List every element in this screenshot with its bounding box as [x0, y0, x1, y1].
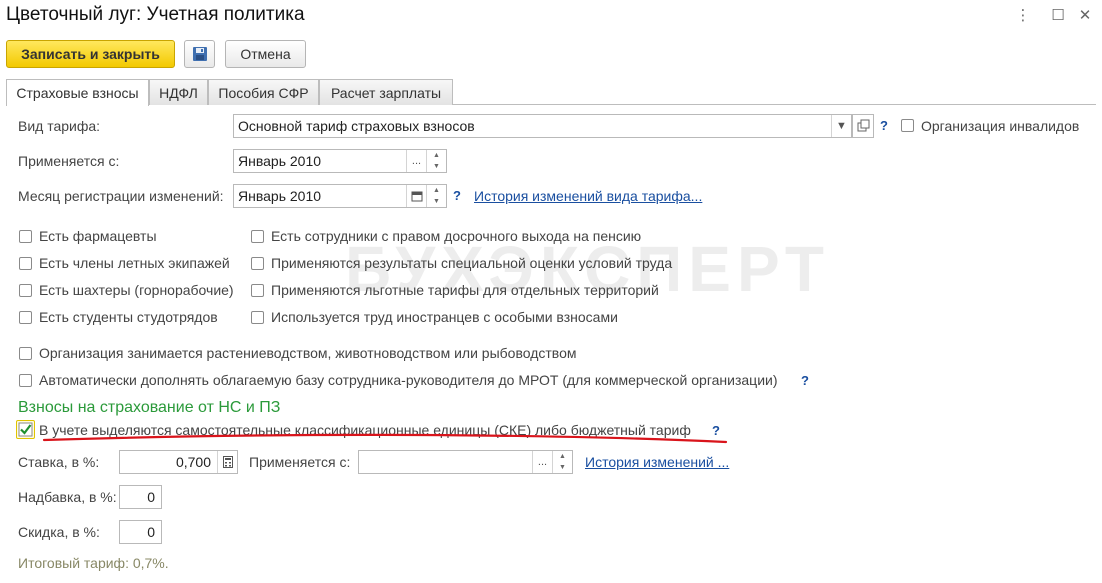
foreigners-checkbox[interactable]: [251, 311, 264, 324]
flight-crew-label: Есть члены летных экипажей: [39, 255, 230, 271]
total-tariff-text: Итоговый тариф: 0,7%.: [18, 555, 169, 571]
reg-month-label: Месяц регистрации изменений:: [18, 188, 224, 204]
territory-tariffs-label: Применяются льготные тарифы для отдельны…: [271, 282, 659, 298]
save-and-close-button[interactable]: Записать и закрыть: [6, 40, 175, 68]
reg-month-help-icon[interactable]: ?: [453, 188, 461, 203]
reg-month-input[interactable]: Январь 2010 ▲ ▼: [233, 184, 447, 208]
tariff-type-value: Основной тариф страховых взносов: [238, 118, 475, 134]
rate-input[interactable]: 0,700: [119, 450, 238, 474]
special-assessment-checkbox[interactable]: [251, 257, 264, 270]
more-icon[interactable]: ⋮: [1013, 6, 1033, 24]
red-annotation-underline: [42, 433, 728, 444]
applied-from-label: Применяется с:: [18, 153, 120, 169]
miners-checkbox[interactable]: [19, 284, 32, 297]
rate-value: 0,700: [175, 454, 211, 470]
pharmacists-label: Есть фармацевты: [39, 228, 157, 244]
calendar-icon[interactable]: [406, 185, 426, 207]
tariff-type-label: Вид тарифа:: [18, 118, 101, 134]
ellipsis-button[interactable]: ...: [406, 150, 426, 172]
calculator-icon[interactable]: [217, 451, 237, 473]
rate-history-link[interactable]: История изменений ...: [585, 454, 729, 470]
students-checkbox[interactable]: [19, 311, 32, 324]
ns-applied-input[interactable]: ... ▲ ▼: [358, 450, 573, 474]
surcharge-value: 0: [147, 489, 155, 505]
ske-checkbox-focus[interactable]: [16, 420, 35, 439]
open-tariff-button[interactable]: [852, 114, 874, 138]
chevron-up-icon[interactable]: ▲: [427, 185, 446, 196]
month-stepper[interactable]: ▲ ▼: [426, 150, 446, 172]
month-stepper[interactable]: ▲ ▼: [426, 185, 446, 207]
agriculture-checkbox[interactable]: [19, 347, 32, 360]
discount-label: Скидка, в %:: [18, 524, 100, 540]
save-button[interactable]: [184, 40, 215, 68]
surcharge-input[interactable]: 0: [119, 485, 162, 509]
mrot-label: Автоматически дополнять облагаемую базу …: [39, 372, 778, 388]
early-retirement-label: Есть сотрудники с правом досрочного выхо…: [271, 228, 642, 244]
chevron-down-icon[interactable]: ▼: [427, 161, 446, 172]
cancel-button[interactable]: Отмена: [225, 40, 306, 68]
open-form-icon: [857, 119, 870, 132]
chevron-up-icon[interactable]: ▲: [427, 150, 446, 161]
chevron-down-icon[interactable]: ▼: [427, 196, 446, 207]
chevron-down-icon[interactable]: ▼: [831, 115, 851, 137]
ns-section-title: Взносы на страхование от НС и ПЗ: [18, 399, 281, 416]
flight-crew-checkbox[interactable]: [19, 257, 32, 270]
reg-month-value: Январь 2010: [238, 188, 322, 204]
disabled-org-checkbox[interactable]: [901, 119, 914, 132]
floppy-disk-icon: [192, 47, 207, 61]
tariff-type-select[interactable]: Основной тариф страховых взносов ▼: [233, 114, 852, 138]
tab-payroll[interactable]: Расчет зарплаты: [319, 79, 453, 105]
agriculture-label: Организация занимается растениеводством,…: [39, 345, 577, 361]
mrot-help-icon[interactable]: ?: [801, 373, 809, 388]
chevron-up-icon[interactable]: ▲: [553, 451, 572, 462]
pharmacists-checkbox[interactable]: [19, 230, 32, 243]
tariff-history-link[interactable]: История изменений вида тарифа...: [474, 188, 702, 204]
territory-tariffs-checkbox[interactable]: [251, 284, 264, 297]
rate-label: Ставка, в %:: [18, 454, 100, 470]
tab-insurance-contributions[interactable]: Страховые взносы: [6, 79, 149, 106]
tariff-help-icon[interactable]: ?: [880, 118, 888, 133]
window-title: Цветочный луг: Учетная политика: [6, 4, 305, 25]
checkmark-icon: [18, 422, 33, 437]
students-label: Есть студенты студотрядов: [39, 309, 218, 325]
chevron-down-icon[interactable]: ▼: [553, 462, 572, 473]
ellipsis-button[interactable]: ...: [532, 451, 552, 473]
surcharge-label: Надбавка, в %:: [18, 489, 117, 505]
tab-sfr-benefits[interactable]: Пособия СФР: [208, 79, 319, 105]
disabled-org-label: Организация инвалидов: [921, 118, 1080, 134]
applied-from-value: Январь 2010: [238, 153, 322, 169]
tab-ndfl[interactable]: НДФЛ: [149, 79, 208, 105]
month-stepper[interactable]: ▲ ▼: [552, 451, 572, 473]
miners-label: Есть шахтеры (горнорабочие): [39, 282, 234, 298]
maximize-icon[interactable]: ☐: [1048, 6, 1068, 24]
discount-value: 0: [147, 524, 155, 540]
early-retirement-checkbox[interactable]: [251, 230, 264, 243]
foreigners-label: Используется труд иностранцев с особыми …: [271, 309, 618, 325]
special-assessment-label: Применяются результаты специальной оценк…: [271, 255, 673, 271]
discount-input[interactable]: 0: [119, 520, 162, 544]
ns-applied-label: Применяется с:: [249, 454, 351, 470]
close-icon[interactable]: ✕: [1075, 6, 1095, 24]
applied-from-input[interactable]: Январь 2010 ... ▲ ▼: [233, 149, 447, 173]
mrot-checkbox[interactable]: [19, 374, 32, 387]
